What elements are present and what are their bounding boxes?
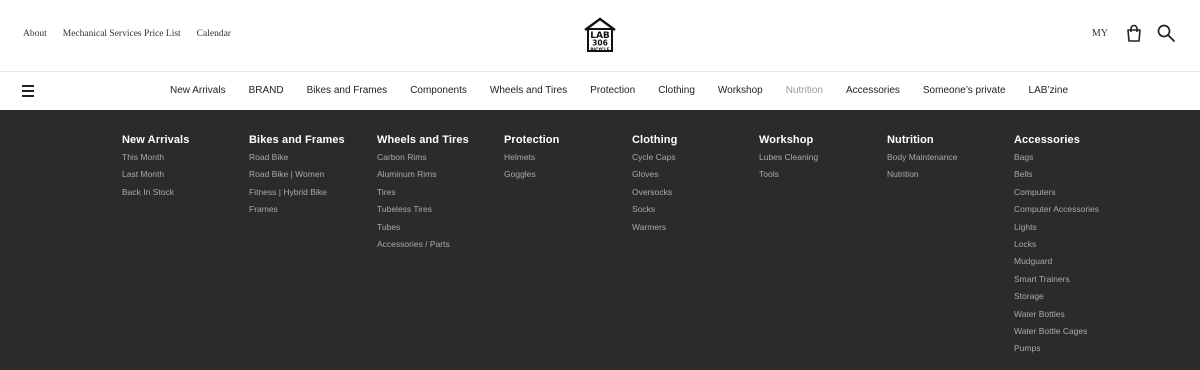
calendar-link[interactable]: Calendar — [197, 29, 231, 39]
shopping-bag-icon[interactable] — [1124, 23, 1144, 43]
menu-link-list: Carbon Rims Aluminum Rims Tires Tubeless Ti… — [377, 151, 469, 255]
menu-link[interactable]: Last Month — [122, 168, 189, 185]
menu-link-list: This Month Last Month Back In Stock — [122, 151, 189, 203]
lab306-logo[interactable]: LAB 306 BICYCLE — [583, 17, 617, 53]
category-nav: New Arrivals BRAND Bikes and Frames Compone… — [0, 72, 1200, 110]
menu-link[interactable]: Road Bike | Women — [249, 168, 345, 185]
menu-column-title[interactable]: Wheels and Tires — [377, 134, 469, 146]
menu-column-new-arrivals: New Arrivals This Month Last Month Back In … — [122, 134, 189, 203]
top-links: About Mechanical Services Price List Cal… — [23, 29, 231, 39]
menu-link[interactable]: Storage — [1014, 290, 1099, 307]
nav-item-someone-s-private[interactable]: Someone’s private — [923, 85, 1006, 96]
menu-link[interactable]: Warmers — [632, 221, 677, 238]
menu-column-title[interactable]: Workshop — [759, 134, 818, 146]
menu-link[interactable]: Lights — [1014, 221, 1099, 238]
menu-column-accessories: Accessories Bags Bells Computers Computer Ac… — [1014, 134, 1099, 360]
menu-link[interactable]: Back In Stock — [122, 186, 189, 203]
menu-link[interactable]: Aluminum Rims — [377, 168, 469, 185]
menu-link[interactable]: Fitness | Hybrid Bike — [249, 186, 345, 203]
menu-link[interactable]: Cycle Caps — [632, 151, 677, 168]
nav-item-protection[interactable]: Protection — [590, 85, 635, 96]
menu-link[interactable]: Frames — [249, 203, 345, 220]
menu-link[interactable]: Body Maintenance — [887, 151, 957, 168]
category-items: New Arrivals BRAND Bikes and Frames Compone… — [170, 85, 1091, 96]
menu-link-list: Road Bike Road Bike | Women Fitness | Hybr… — [249, 151, 345, 221]
menu-column-protection: Protection Helmets Goggles — [504, 134, 559, 186]
menu-link[interactable]: Water Bottles — [1014, 308, 1099, 325]
nav-item-components[interactable]: Components — [410, 85, 467, 96]
menu-column-title[interactable]: Protection — [504, 134, 559, 146]
nav-item-wheels-and-tires[interactable]: Wheels and Tires — [490, 85, 567, 96]
search-icon[interactable] — [1156, 23, 1176, 43]
menu-link[interactable]: Bells — [1014, 168, 1099, 185]
menu-link[interactable]: Tools — [759, 168, 818, 185]
menu-link-list: Bags Bells Computers Computer Accessories Li… — [1014, 151, 1099, 360]
mega-menu: New Arrivals This Month Last Month Back In … — [0, 110, 1200, 370]
menu-column-clothing: Clothing Cycle Caps Gloves Oversocks Socks Wa… — [632, 134, 677, 238]
menu-link[interactable]: Smart Trainers — [1014, 273, 1099, 290]
nav-item-new-arrivals[interactable]: New Arrivals — [170, 85, 226, 96]
menu-link[interactable]: Tires — [377, 186, 469, 203]
menu-column-nutrition: Nutrition Body Maintenance Nutrition — [887, 134, 957, 186]
menu-link[interactable]: Computers — [1014, 186, 1099, 203]
nav-item-nutrition[interactable]: Nutrition — [786, 85, 823, 96]
menu-column-title[interactable]: Nutrition — [887, 134, 957, 146]
nav-item-workshop[interactable]: Workshop — [718, 85, 763, 96]
menu-link[interactable]: Road Bike — [249, 151, 345, 168]
nav-item-clothing[interactable]: Clothing — [658, 85, 695, 96]
menu-column-title[interactable]: Clothing — [632, 134, 677, 146]
menu-link[interactable]: Accessories / Parts — [377, 238, 469, 255]
nav-item-lab-zine[interactable]: LAB’zine — [1029, 85, 1068, 96]
logo-text-3: BICYCLE — [590, 47, 609, 52]
menu-link[interactable]: Mudguard — [1014, 255, 1099, 272]
menu-link[interactable]: Lubes Cleaning — [759, 151, 818, 168]
nav-item-brand[interactable]: BRAND — [249, 85, 284, 96]
menu-link[interactable]: This Month — [122, 151, 189, 168]
top-utility-bar: About Mechanical Services Price List Cal… — [0, 0, 1200, 72]
nav-item-accessories[interactable]: Accessories — [846, 85, 900, 96]
menu-column-title[interactable]: New Arrivals — [122, 134, 189, 146]
menu-link[interactable]: Goggles — [504, 168, 559, 185]
hamburger-menu-icon[interactable] — [22, 85, 34, 97]
menu-column-workshop: Workshop Lubes Cleaning Tools — [759, 134, 818, 186]
menu-column-wheels-and-tires: Wheels and Tires Carbon Rims Aluminum Rims… — [377, 134, 469, 255]
menu-link[interactable]: Tubeless Tires — [377, 203, 469, 220]
menu-link[interactable]: Nutrition — [887, 168, 957, 185]
menu-link[interactable]: Socks — [632, 203, 677, 220]
menu-link[interactable]: Helmets — [504, 151, 559, 168]
price-list-link[interactable]: Mechanical Services Price List — [63, 29, 181, 39]
menu-link-list: Helmets Goggles — [504, 151, 559, 186]
menu-link[interactable]: Computer Accessories — [1014, 203, 1099, 220]
menu-link[interactable]: Water Bottle Cages — [1014, 325, 1099, 342]
utility-icons: MY — [1092, 23, 1176, 43]
my-account-link[interactable]: MY — [1092, 28, 1108, 39]
menu-column-bikes-and-frames: Bikes and Frames Road Bike Road Bike | Wom… — [249, 134, 345, 221]
menu-link[interactable]: Pumps — [1014, 342, 1099, 359]
menu-link[interactable]: Bags — [1014, 151, 1099, 168]
nav-item-bikes-and-frames[interactable]: Bikes and Frames — [307, 85, 388, 96]
about-link[interactable]: About — [23, 29, 47, 39]
menu-link[interactable]: Oversocks — [632, 186, 677, 203]
menu-column-title[interactable]: Bikes and Frames — [249, 134, 345, 146]
menu-link[interactable]: Tubes — [377, 221, 469, 238]
menu-link[interactable]: Locks — [1014, 238, 1099, 255]
menu-link-list: Body Maintenance Nutrition — [887, 151, 957, 186]
menu-link[interactable]: Gloves — [632, 168, 677, 185]
menu-link-list: Lubes Cleaning Tools — [759, 151, 818, 186]
menu-link[interactable]: Carbon Rims — [377, 151, 469, 168]
menu-link-list: Cycle Caps Gloves Oversocks Socks Warmers — [632, 151, 677, 238]
menu-column-title[interactable]: Accessories — [1014, 134, 1099, 146]
